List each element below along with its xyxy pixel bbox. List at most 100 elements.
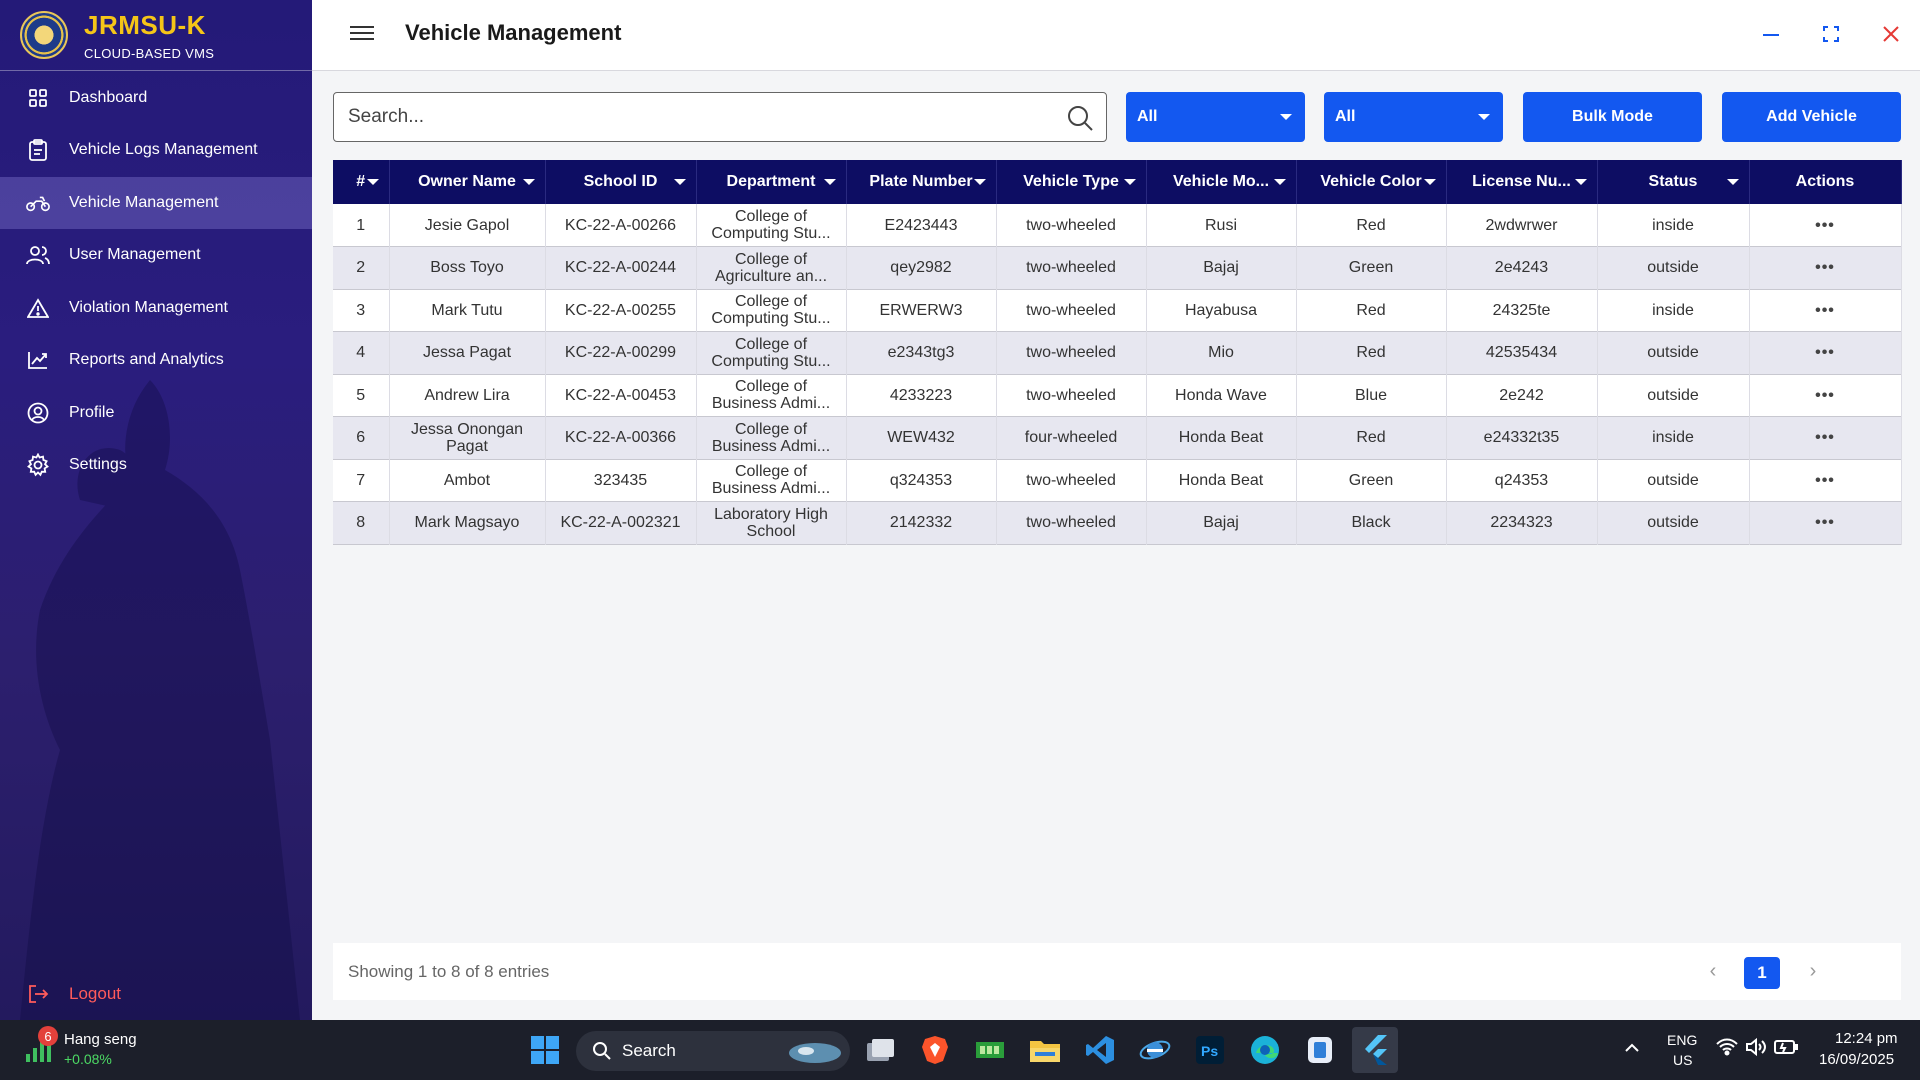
table-row[interactable]: 1 Jesie Gapol KC-22-A-00266 College of Comp… [333,204,1902,247]
column-header-vehicle-type[interactable]: Vehicle Type [996,160,1147,204]
more-actions-icon[interactable]: ••• [1815,514,1835,531]
cell-owner-name: Jesie Gapol [389,204,546,247]
cell-index: 6 [333,416,390,459]
sidebar-item-dashboard[interactable]: Dashboard [0,72,312,124]
more-actions-icon[interactable]: ••• [1815,344,1835,361]
column-header-vehicle-color[interactable]: Vehicle Color [1296,160,1447,204]
cell-index-text: 4 [356,344,366,362]
more-actions-icon[interactable]: ••• [1815,217,1835,234]
filter-select-1[interactable]: All [1126,92,1305,142]
logout-button[interactable]: Logout [0,972,312,1016]
brave-browser-icon[interactable] [917,1032,953,1068]
cell-actions: ••• [1749,204,1902,247]
column-header-plate-number[interactable]: Plate Number [846,160,997,204]
more-actions-icon[interactable]: ••• [1815,302,1835,319]
file-explorer-icon[interactable] [1027,1032,1063,1068]
clock-time[interactable]: 12:24 pm [1835,1030,1898,1047]
task-view-icon[interactable] [862,1032,898,1068]
notes-app-icon[interactable] [1302,1032,1338,1068]
cell-plate-number-text: WEW432 [887,429,955,447]
cell-plate-number-text: E2423443 [884,216,958,234]
sort-icon[interactable] [1574,179,1587,185]
column-header-school-id[interactable]: School ID [545,160,697,204]
column-header-label: Status [1648,173,1698,190]
column-header-vehicle-model[interactable]: Vehicle Mo... [1146,160,1297,204]
menu-toggle-icon[interactable] [350,22,374,44]
more-actions-icon[interactable]: ••• [1815,429,1835,446]
volume-icon[interactable] [1745,1037,1767,1062]
cell-department: College of Business Admi... [696,374,847,417]
sort-icon[interactable] [673,179,686,185]
chevron-right-icon[interactable]: › [1803,961,1823,981]
sidebar-item-vehicle-management[interactable]: Vehicle Management [0,177,312,229]
sort-icon[interactable] [1726,179,1739,185]
internet-explorer-icon[interactable] [1137,1032,1173,1068]
table-row[interactable]: 7 Ambot 323435 College of Business Admi... q… [333,459,1902,502]
cell-plate-number: qey2982 [846,246,997,289]
cell-department-text: College of Business Admi... [711,420,831,455]
edge-browser-icon[interactable] [1247,1032,1283,1068]
search-input[interactable] [348,101,1048,133]
cell-license-number: 2e242 [1446,374,1598,417]
column-header-license-number[interactable]: License Nu... [1446,160,1598,204]
chevron-up-icon[interactable] [1620,1036,1644,1060]
sort-icon[interactable] [1423,179,1436,185]
cell-actions: ••• [1749,246,1902,289]
table-row[interactable]: 6 Jessa Onongan Pagat KC-22-A-00366 College… [333,416,1902,459]
sidebar-item-settings[interactable]: Settings [0,439,312,491]
column-header-label: Department [726,173,816,190]
cell-actions: ••• [1749,374,1902,417]
sort-icon[interactable] [1123,179,1136,185]
stock-widget[interactable]: 6 [22,1026,62,1070]
taskbar-search[interactable]: Search [576,1031,850,1071]
minimize-icon[interactable] [1757,20,1785,48]
search-icon[interactable] [1066,104,1094,132]
filter-select-2[interactable]: All [1324,92,1503,142]
wifi-icon[interactable] [1716,1038,1738,1061]
cell-vehicle-color: Black [1296,501,1447,544]
sidebar-item-vehicle-logs[interactable]: Vehicle Logs Management [0,124,312,176]
windows-start-icon[interactable] [527,1032,563,1068]
cell-vehicle-color-text: Red [1356,301,1386,319]
cell-status: outside [1597,374,1750,417]
chevron-left-icon[interactable]: ‹ [1703,961,1723,981]
cell-plate-number-text: e2343tg3 [887,344,955,362]
sort-icon[interactable] [823,179,836,185]
sidebar-item-profile[interactable]: Profile [0,387,312,439]
sort-icon[interactable] [973,179,986,185]
column-header-department[interactable]: Department [696,160,847,204]
sort-icon[interactable] [366,179,379,185]
battery-icon[interactable] [1774,1038,1798,1061]
column-header-owner-name[interactable]: Owner Name [389,160,546,204]
flutter-app-icon[interactable] [1352,1027,1398,1073]
more-actions-icon[interactable]: ••• [1815,472,1835,489]
bulk-mode-button[interactable]: Bulk Mode [1523,92,1702,142]
sidebar-item-reports-analytics[interactable]: Reports and Analytics [0,334,312,386]
language-code[interactable]: ENG [1667,1032,1697,1048]
sidebar-item-violation-management[interactable]: Violation Management [0,282,312,334]
table-row[interactable]: 8 Mark Magsayo KC-22-A-002321 Laboratory Hi… [333,501,1902,544]
cell-vehicle-color: Red [1296,331,1447,374]
cell-license-number-text: q24353 [1494,471,1549,489]
column-header-index[interactable]: # [333,160,390,204]
close-icon[interactable] [1877,20,1905,48]
cell-index: 3 [333,289,390,332]
cell-department: College of Computing Stu... [696,204,847,247]
cell-owner-name: Mark Magsayo [389,501,546,544]
maximize-icon[interactable] [1817,20,1845,48]
photoshop-icon[interactable]: Ps [1192,1032,1228,1068]
table-row[interactable]: 5 Andrew Lira KC-22-A-00453 College of Busi… [333,374,1902,417]
sort-icon[interactable] [1273,179,1286,185]
memory-app-icon[interactable] [972,1032,1008,1068]
pagination-page-button[interactable]: 1 [1744,957,1780,989]
sort-icon[interactable] [522,179,535,185]
table-row[interactable]: 2 Boss Toyo KC-22-A-00244 College of Agricu… [333,246,1902,289]
table-row[interactable]: 3 Mark Tutu KC-22-A-00255 College of Comput… [333,289,1902,332]
vscode-icon[interactable] [1082,1032,1118,1068]
column-header-status[interactable]: Status [1597,160,1750,204]
more-actions-icon[interactable]: ••• [1815,259,1835,276]
add-vehicle-button[interactable]: Add Vehicle [1722,92,1901,142]
more-actions-icon[interactable]: ••• [1815,387,1835,404]
table-row[interactable]: 4 Jessa Pagat KC-22-A-00299 College of Comp… [333,331,1902,374]
sidebar-item-user-management[interactable]: User Management [0,229,312,281]
